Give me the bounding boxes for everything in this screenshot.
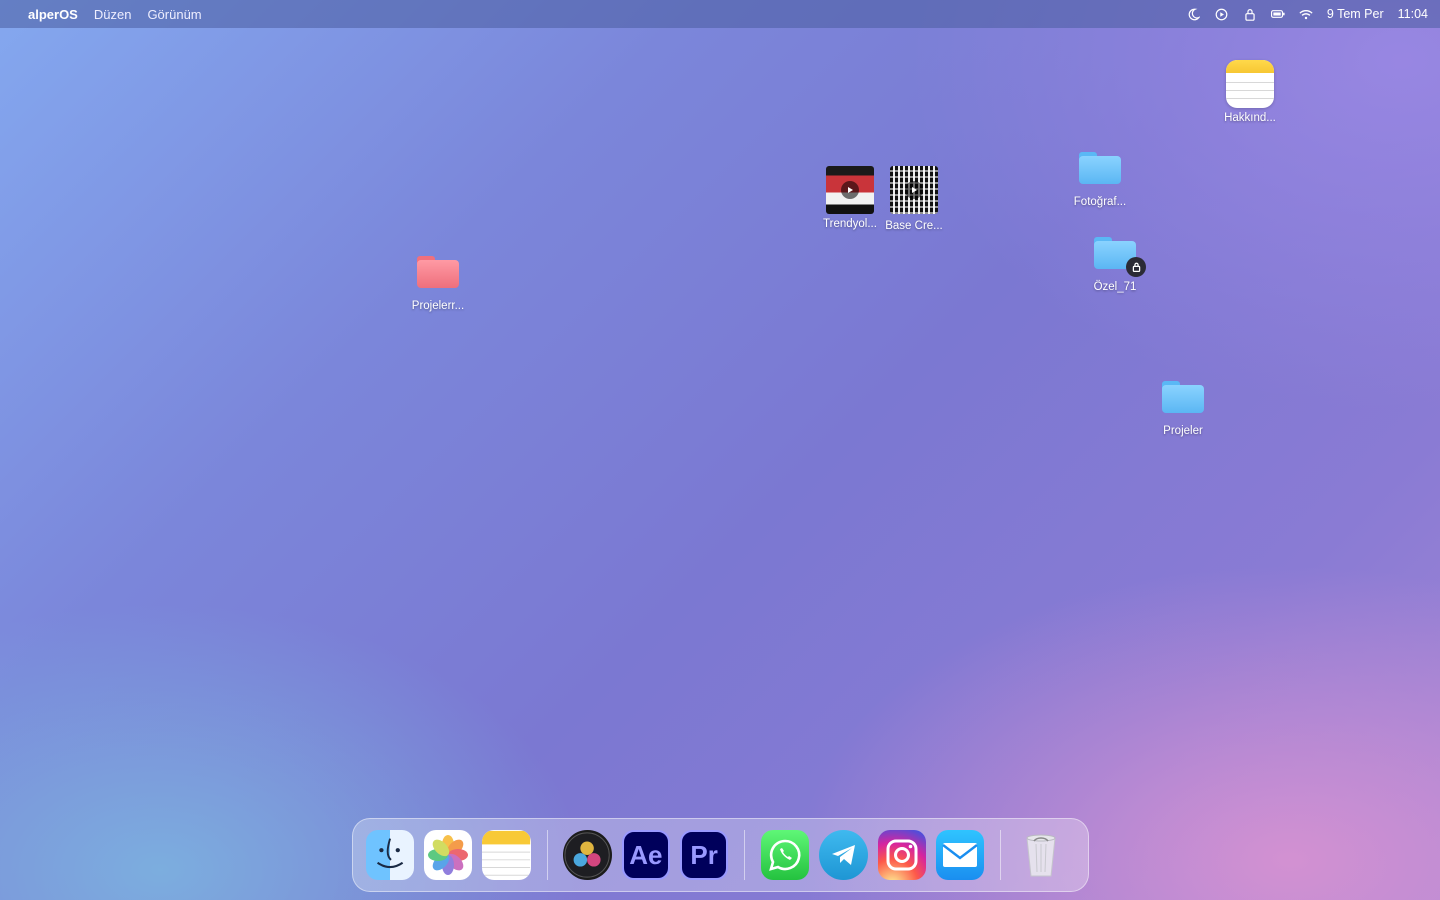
desktop-item-label: Hakkınd...: [1224, 112, 1276, 124]
desktop-item-label: Base Cre...: [885, 220, 943, 232]
after-effects-icon[interactable]: Ae: [621, 830, 670, 880]
play-icon: [841, 181, 859, 199]
desktop-item-base-video[interactable]: Base Cre...: [874, 166, 954, 232]
photos-icon[interactable]: [424, 830, 473, 880]
menubar-clock[interactable]: 11:04: [1398, 7, 1428, 21]
after-effects-text: Ae: [629, 839, 663, 870]
wifi-icon[interactable]: [1299, 7, 1313, 21]
instagram-icon[interactable]: [877, 830, 926, 880]
moon-icon[interactable]: [1187, 7, 1201, 21]
folder-icon: [1094, 237, 1146, 277]
folder-icon: [417, 256, 459, 288]
desktop-item-ozel-71[interactable]: Özel_71: [1075, 237, 1155, 293]
desktop-item-label: Trendyol...: [823, 218, 877, 230]
video-thumbnail: [826, 166, 874, 214]
os-brand-menu[interactable]: alperOS: [28, 7, 78, 22]
desktop-item-label: Özel_71: [1093, 281, 1137, 293]
desktop-item-label: Fotoğraf...: [1073, 196, 1127, 208]
desktop-item-label: Projeler: [1163, 425, 1203, 437]
notes-icon[interactable]: [482, 830, 531, 880]
menu-bar: alperOS Düzen Görünüm 9 Tem Per 11:04: [0, 0, 1440, 28]
dock-separator: [546, 830, 548, 880]
desktop-item-projeler[interactable]: Projeler: [1143, 381, 1223, 437]
folder-icon: [1079, 152, 1121, 184]
menu-gorunum[interactable]: Görünüm: [147, 7, 201, 22]
notes-file-icon: [1226, 60, 1274, 108]
video-thumbnail: [890, 166, 938, 214]
mail-icon[interactable]: [935, 830, 984, 880]
dock-separator: [744, 830, 746, 880]
desktop-item-hakkinda[interactable]: Hakkınd...: [1210, 60, 1290, 124]
desktop-item-fotograflar[interactable]: Fotoğraf...: [1060, 152, 1140, 208]
finder-icon[interactable]: [366, 830, 415, 880]
menubar-date[interactable]: 9 Tem Per: [1327, 7, 1384, 21]
dock-separator: [999, 830, 1001, 880]
lock-badge-icon: [1126, 257, 1146, 277]
whatsapp-icon[interactable]: [761, 830, 810, 880]
telegram-icon[interactable]: [819, 830, 868, 880]
battery-icon[interactable]: [1270, 7, 1285, 21]
play-circle-icon[interactable]: [1215, 7, 1229, 21]
lock-icon[interactable]: [1243, 7, 1257, 21]
menu-duzen[interactable]: Düzen: [94, 7, 132, 22]
play-icon: [905, 181, 923, 199]
desktop-item-label: Projelerr...: [411, 300, 465, 312]
folder-icon: [1162, 381, 1204, 413]
premiere-pro-icon[interactable]: Pr: [679, 830, 729, 880]
davinci-resolve-icon[interactable]: [563, 830, 612, 880]
premiere-pro-text: Pr: [690, 839, 718, 870]
trash-icon[interactable]: [1017, 830, 1065, 880]
dock: Ae Pr: [352, 818, 1089, 892]
desktop-item-projelerr[interactable]: Projelerr...: [398, 256, 478, 312]
